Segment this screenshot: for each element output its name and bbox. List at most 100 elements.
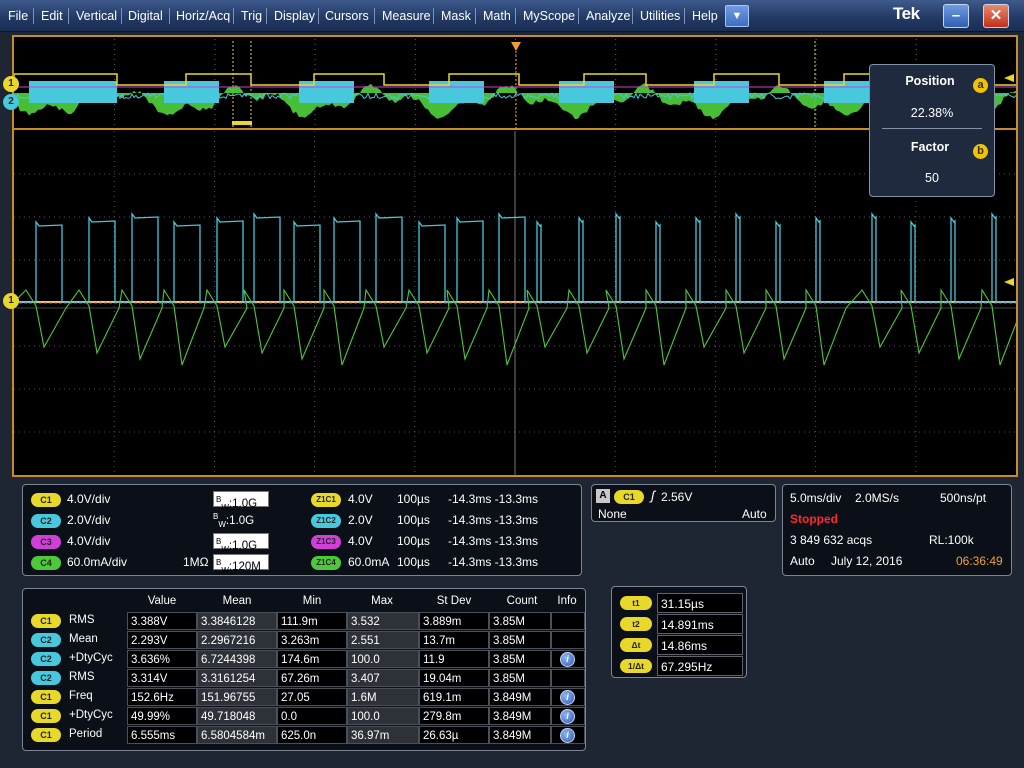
info-icon[interactable]: i [560, 652, 575, 667]
factor-value[interactable]: 50 [870, 171, 994, 185]
info-icon[interactable]: i [560, 709, 575, 724]
info-icon[interactable]: i [560, 690, 575, 705]
channel-badge-c1[interactable]: C1 [31, 493, 61, 507]
menu-utilities[interactable]: Utilities [640, 0, 680, 32]
menu-math[interactable]: Math [483, 0, 511, 32]
factor-label: Factor [870, 140, 990, 154]
menu-bar: File Edit Vertical Digital Horiz/Acq Tri… [0, 0, 1024, 32]
measurement-value: 3.636% [127, 650, 197, 668]
bandwidth-limit[interactable]: BW:120M [213, 554, 269, 570]
menu-edit[interactable]: Edit [41, 0, 63, 32]
trigger-coupling: None [598, 507, 627, 521]
acquisition-state: Stopped [790, 512, 838, 526]
menu-dropdown-button[interactable]: ▼ [725, 5, 749, 27]
zoom-range: -14.3ms -13.3ms [448, 555, 538, 569]
menu-mask[interactable]: Mask [441, 0, 471, 32]
channel-badge-c2[interactable]: C2 [31, 514, 61, 528]
channel-scale[interactable]: 4.0V/div [67, 492, 110, 506]
menu-analyze[interactable]: Analyze [586, 0, 630, 32]
menu-cursors[interactable]: Cursors [325, 0, 369, 32]
trigger-mode-status: Auto [790, 554, 815, 568]
acquisition-panel[interactable]: 5.0ms/div 2.0MS/s 500ns/pt Stopped 3 849… [782, 484, 1012, 576]
ch2-ground-marker[interactable]: 2 [3, 94, 19, 110]
knob-a-icon[interactable]: a [973, 78, 988, 93]
cursor-badge[interactable]: t2 [620, 617, 652, 631]
measurement-source-badge: C1 [31, 728, 61, 742]
zoom-badge-z1c1[interactable]: Z1C1 [311, 493, 341, 507]
measurement-stdev: 279.8m [419, 707, 489, 725]
menu-horiz-acq[interactable]: Horiz/Acq [176, 0, 230, 32]
menu-display[interactable]: Display [274, 0, 315, 32]
zoom-badge-z1c3[interactable]: Z1C3 [311, 535, 341, 549]
knob-b-icon[interactable]: b [973, 144, 988, 159]
channel-scale[interactable]: 4.0V/div [67, 534, 110, 548]
info-icon[interactable]: i [560, 728, 575, 743]
position-value[interactable]: 22.38% [870, 106, 994, 120]
measurement-info-cell [551, 631, 585, 649]
measurement-table[interactable]: Value Mean Min Max St Dev Count Info C1 R… [22, 588, 586, 751]
zoom-badge-z1c2[interactable]: Z1C2 [311, 514, 341, 528]
trigger-level: 2.56V [661, 490, 692, 504]
cursor-value: 67.295Hz [657, 656, 743, 676]
minimize-icon: – [952, 7, 960, 24]
menu-file[interactable]: File [8, 0, 28, 32]
ch1-level-arrow [1004, 74, 1014, 82]
measurement-stdev: 26.63µ [419, 726, 489, 744]
measurement-source-badge: C2 [31, 671, 61, 685]
menu-myscope[interactable]: MyScope [523, 0, 575, 32]
close-button[interactable]: ✕ [983, 4, 1009, 28]
col-header-count: Count [489, 595, 555, 607]
channel-scale[interactable]: 2.0V/div [67, 513, 110, 527]
ch1-zoom-ground-marker[interactable]: 1 [3, 293, 19, 309]
overview-ch2-burst [29, 81, 117, 103]
measurement-min: 625.0n [277, 726, 347, 744]
channel-badge-c4[interactable]: C4 [31, 556, 61, 570]
zoom-time: 100µs [397, 513, 430, 527]
zoom-parameter-panel[interactable]: Position a 22.38% Factor b 50 [869, 64, 995, 197]
measurement-info-cell [551, 612, 585, 630]
zoom-range: -14.3ms -13.3ms [448, 513, 538, 527]
measurement-mean: 6.7244398 [197, 650, 277, 668]
measurement-count: 3.85M [489, 650, 551, 668]
measurement-stdev: 619.1m [419, 688, 489, 706]
measurement-name[interactable]: Freq [69, 690, 93, 702]
measurement-info-cell [551, 669, 585, 687]
zoom-scale: 4.0V [348, 492, 373, 506]
menu-help[interactable]: Help [692, 0, 718, 32]
measurement-name[interactable]: +DtyCyc [69, 709, 113, 721]
zoom-scale: 2.0V [348, 513, 373, 527]
measurement-max: 100.0 [347, 650, 419, 668]
menu-trig[interactable]: Trig [241, 0, 262, 32]
measurement-source-badge: C1 [31, 690, 61, 704]
bandwidth-limit[interactable]: BW:1.0G [213, 512, 269, 529]
cursor-badge[interactable]: t1 [620, 596, 652, 610]
menu-vertical[interactable]: Vertical [76, 0, 117, 32]
measurement-name[interactable]: Mean [69, 633, 98, 645]
menu-digital[interactable]: Digital [128, 0, 163, 32]
bandwidth-limit[interactable]: BW:1.0G [213, 491, 269, 507]
menu-measure[interactable]: Measure [382, 0, 431, 32]
waveform-graticule[interactable]: Position a 22.38% Factor b 50 [12, 35, 1018, 477]
measurement-mean: 3.3846128 [197, 612, 277, 630]
cursor-badge[interactable]: Δt [620, 638, 652, 652]
ch1-ground-marker[interactable]: 1 [3, 76, 19, 92]
measurement-mean: 3.3161254 [197, 669, 277, 687]
zoom-badge-z1c4[interactable]: Z1C4 [311, 556, 341, 570]
trigger-panel[interactable]: A C1 ʃ 2.56V None Auto [591, 484, 776, 522]
measurement-name[interactable]: RMS [69, 671, 95, 683]
measurement-name[interactable]: Period [69, 728, 102, 740]
channel-badge-c3[interactable]: C3 [31, 535, 61, 549]
channel-scale[interactable]: 60.0mA/div [67, 555, 127, 569]
col-header-value: Value [129, 595, 195, 607]
cursor-readout-panel[interactable]: t1 31.15µs t2 14.891ms Δt 14.86ms 1/Δt 67.295Hz [611, 586, 747, 678]
trigger-position-icon [511, 42, 521, 51]
measurement-count: 3.849M [489, 726, 551, 744]
measurement-min: 174.6m [277, 650, 347, 668]
bandwidth-limit[interactable]: BW:1.0G [213, 533, 269, 549]
cursor-badge[interactable]: 1/Δt [620, 659, 652, 673]
measurement-name[interactable]: +DtyCyc [69, 652, 113, 664]
measurement-value: 6.555ms [127, 726, 197, 744]
measurement-name[interactable]: RMS [69, 614, 95, 626]
minimize-button[interactable]: – [943, 4, 969, 28]
zoom-range: -14.3ms -13.3ms [448, 534, 538, 548]
